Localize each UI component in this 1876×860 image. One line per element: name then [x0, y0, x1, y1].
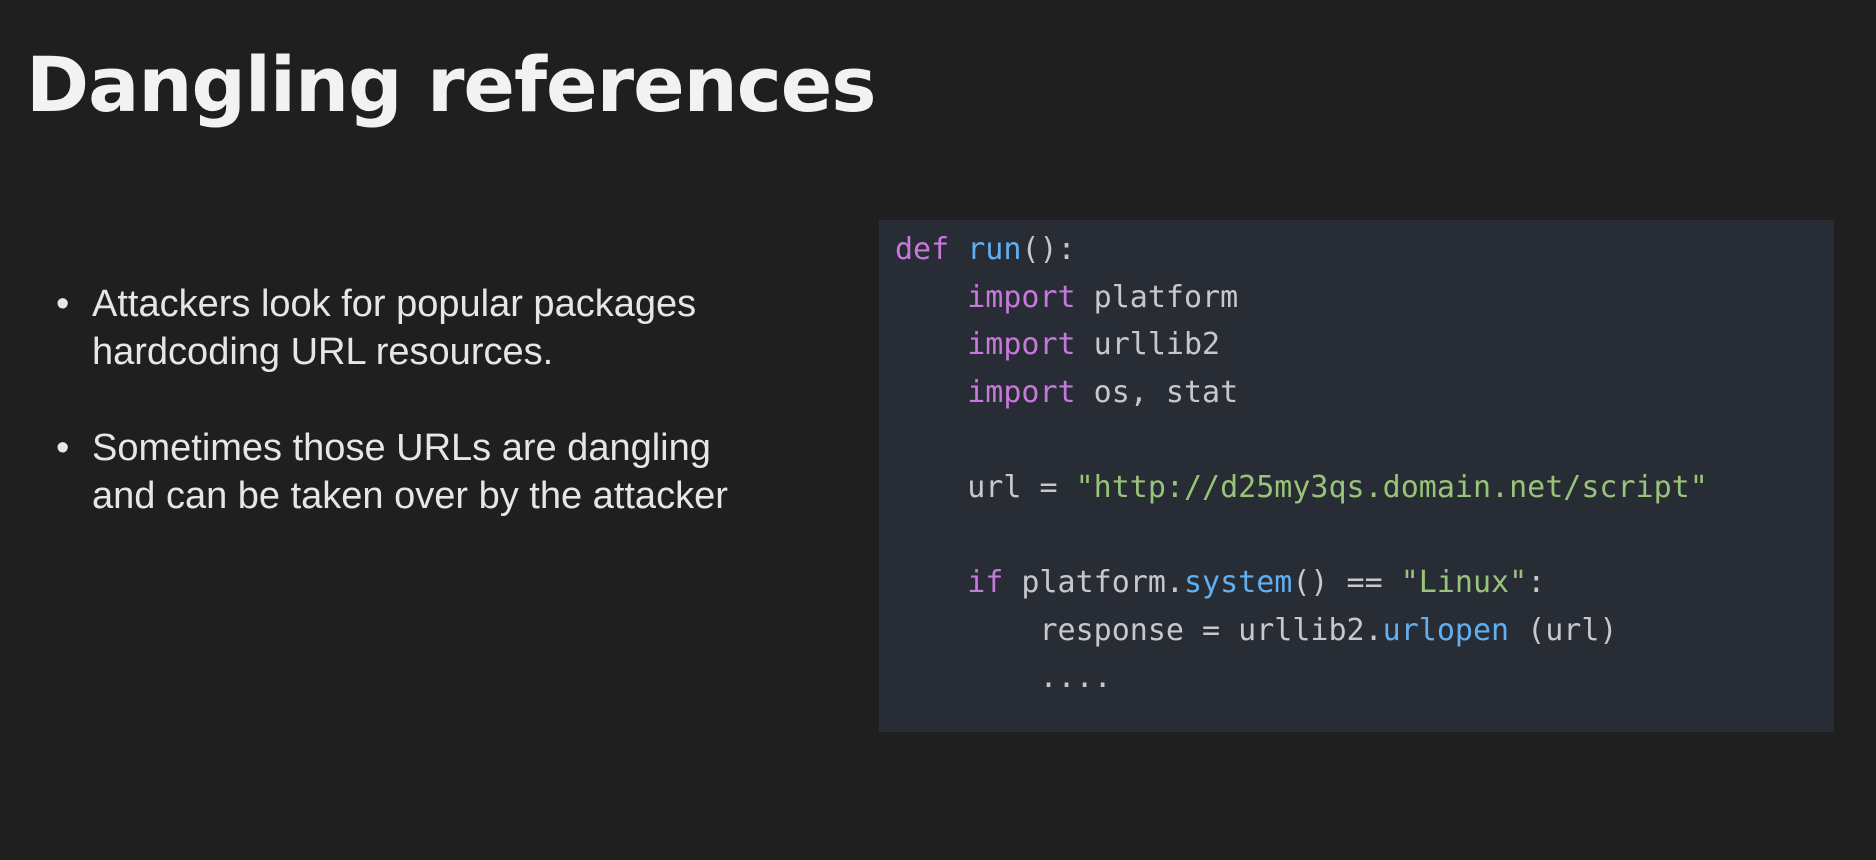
code-line: ....: [895, 654, 1708, 702]
bullet-text-line: and can be taken over by the attacker: [92, 475, 728, 517]
code-token: run: [967, 232, 1022, 267]
code-token: "http://d25my3qs.domain.net/script": [1075, 469, 1708, 505]
code-token: (url): [1509, 612, 1618, 648]
code-token: if: [967, 565, 1004, 601]
slide-title: Dangling references: [26, 40, 877, 129]
bullet-list: • Attackers look for popular packages ha…: [56, 280, 816, 568]
code-token: import: [967, 374, 1076, 410]
code-token: os, stat: [1075, 374, 1239, 410]
bullet-dot-icon: •: [56, 427, 70, 469]
bullet-text-line: Attackers look for popular packages: [92, 283, 697, 325]
code-token: import: [967, 327, 1076, 363]
code-block: def run(): import platform import urllib…: [879, 220, 1834, 732]
code-token: urlopen: [1382, 612, 1510, 648]
code-line: url = "http://d25my3qs.domain.net/script…: [895, 464, 1708, 512]
code-line: import platform: [895, 274, 1708, 322]
bullet-item: • Attackers look for popular packages ha…: [56, 280, 816, 376]
code-token: :: [1527, 565, 1546, 601]
bullet-dot-icon: •: [56, 283, 70, 325]
code-token: system: [1184, 565, 1293, 601]
code-line: import urllib2: [895, 321, 1708, 369]
code-line: response = urllib2.urlopen (url): [895, 607, 1708, 655]
code-token: ():: [1021, 232, 1076, 267]
code-token: def: [895, 232, 950, 267]
code-token: platform: [1075, 279, 1239, 315]
code-token: platform.: [1003, 565, 1184, 601]
code-line: if platform.system() == "Linux":: [895, 559, 1708, 607]
bullet-item: • Sometimes those URLs are dangling and …: [56, 424, 816, 520]
code-line: def run():: [895, 226, 1708, 274]
code-token: "Linux": [1400, 565, 1528, 601]
code-token: response = urllib2.: [895, 612, 1383, 648]
code-token: ....: [895, 660, 1112, 696]
bullet-text-line: Sometimes those URLs are dangling: [92, 427, 711, 469]
code-token: urllib2: [1075, 327, 1221, 363]
code-text: def run(): import platform import urllib…: [895, 226, 1708, 702]
code-line: import os, stat: [895, 369, 1708, 417]
code-token: () ==: [1292, 565, 1401, 601]
code-token: import: [967, 279, 1076, 315]
code-token: url =: [895, 469, 1076, 505]
bullet-text-line: hardcoding URL resources.: [92, 331, 554, 373]
